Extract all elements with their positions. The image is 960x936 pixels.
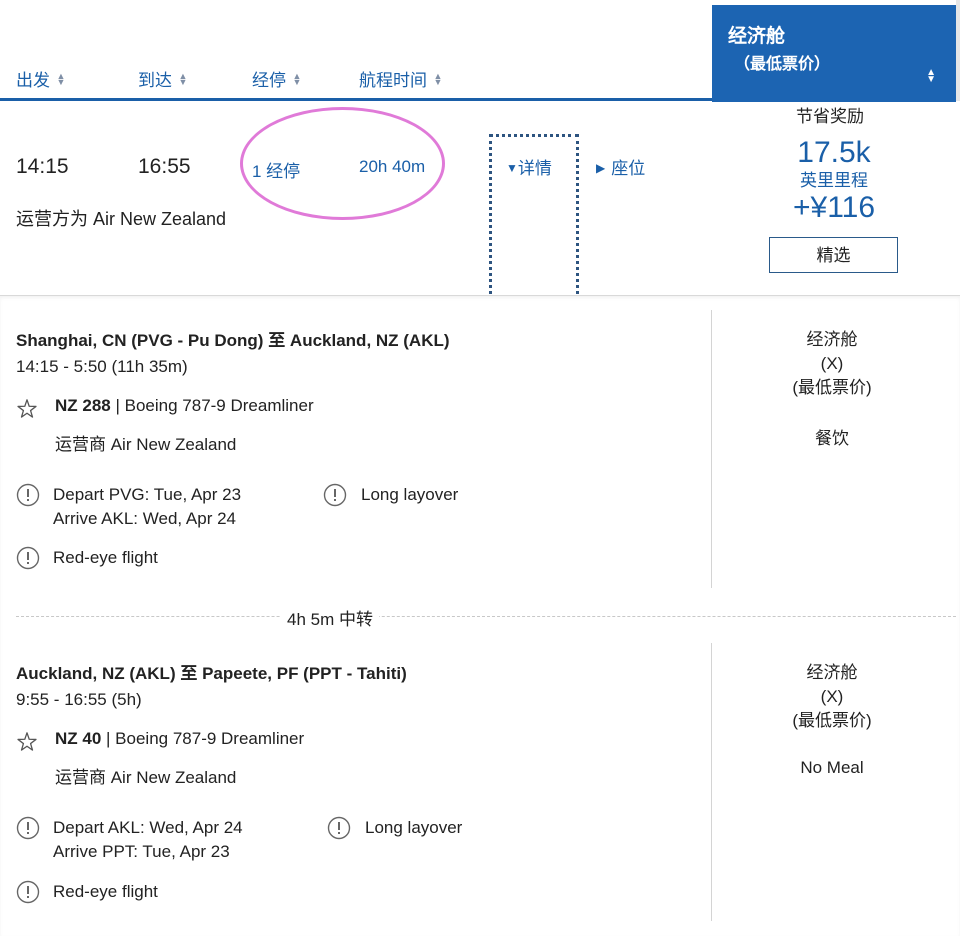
star-alliance-icon [17, 732, 37, 751]
segment-2-cabin-fare: (最低票价) [792, 711, 872, 730]
connection-time: 4h 5m 中转 [281, 605, 379, 630]
details-label: 详情 [517, 159, 552, 178]
segment-2-cabin-code: (X) [820, 687, 844, 706]
segment-1-meal: 餐饮 [815, 429, 849, 448]
segment-1-to: 至 [268, 331, 286, 350]
segment-1-flight-number: NZ 288 [55, 396, 111, 415]
alert-icon [327, 816, 351, 840]
segment-2-times: 9:55 - 16:55 (5h) [16, 690, 142, 709]
segment-2-route: Auckland, NZ (AKL) 至 Papeete, PF (PPT - … [16, 659, 407, 684]
flight-details-panel: Shanghai, CN (PVG - Pu Dong) 至 Auckland,… [0, 295, 960, 936]
reward-miles: 17.5k [797, 136, 871, 169]
sort-duration-header[interactable]: 航程时间 ▲ ▼ [359, 66, 443, 91]
sort-arrows-icon: ▲ ▼ [178, 70, 188, 87]
segment-2-cabin-name: 经济舱 [806, 663, 858, 682]
segment-2-aircraft: Boeing 787-9 Dreamliner [115, 729, 305, 748]
alert-icon [16, 483, 40, 507]
segment-1-destination: Auckland, NZ (AKL) [289, 331, 450, 350]
segment-2-depart-note: Depart AKL: Wed, Apr 24 [53, 818, 243, 837]
fare-tab-subtitle: （最低票价） [734, 56, 831, 73]
reward-label: 节省奖励 [796, 107, 864, 126]
caret-right-icon: ▶ [596, 161, 606, 175]
sort-duration-label: 航程时间 [359, 71, 427, 90]
segment-2-destination: Papeete, PF (PPT - Tahiti) [202, 664, 407, 683]
depart-time: 14:15 [16, 155, 69, 178]
alert-icon [16, 546, 40, 570]
header-divider [0, 98, 712, 101]
sort-arrows-icon: ▲ ▼ [926, 67, 936, 85]
fare-tab-title: 经济舱 [728, 26, 786, 47]
seats-label: 座位 [611, 159, 646, 178]
segment-2-origin: Auckland, NZ (AKL) [16, 664, 176, 683]
fare-column-tab-economy[interactable]: 经济舱 （最低票价） ▲ ▼ [712, 5, 956, 102]
sort-arrows-icon: ▲ ▼ [56, 70, 66, 87]
segment-2-redeye-note: Red-eye flight [53, 882, 158, 901]
reward-tax: +¥116 [792, 191, 876, 224]
sort-stops-label: 经停 [252, 71, 286, 90]
sort-stops-header[interactable]: 经停 ▲ ▼ [252, 66, 302, 91]
scroll-edge [956, 0, 960, 101]
segment-1-operator: 运营商 Air New Zealand [55, 435, 237, 454]
segment-2-meal: No Meal [800, 758, 864, 777]
segment-1-depart-note: Depart PVG: Tue, Apr 23 [53, 485, 242, 504]
segment-1-cabin-fare: (最低票价) [792, 378, 872, 397]
connection-divider [16, 616, 956, 617]
segment-1-layover-note: Long layover [361, 485, 459, 504]
segment-2-arrive-note: Arrive PPT: Tue, Apr 23 [53, 842, 230, 861]
operator-text: 运营方为 Air New Zealand [16, 209, 227, 229]
alert-icon [323, 483, 347, 507]
alert-icon [16, 816, 40, 840]
reward-miles-unit: 英里里程 [800, 171, 868, 190]
segment-1-flight: NZ 288 | Boeing 787-9 Dreamliner [55, 396, 314, 415]
flight-duration: 20h 40m [359, 157, 426, 176]
segment-2-cabin: 经济舱 (X) (最低票价) [712, 661, 952, 733]
segment-2-flight-number: NZ 40 [55, 729, 102, 748]
arrive-time: 16:55 [138, 155, 191, 178]
seats-toggle[interactable]: ▶ 座位 [596, 154, 645, 179]
segment-2-to: 至 [180, 664, 198, 683]
select-fare-button[interactable]: 精选 [769, 237, 898, 273]
stops-link[interactable]: 1 经停 [252, 157, 300, 182]
segment-2-flight: NZ 40 | Boeing 787-9 Dreamliner [55, 729, 305, 748]
sort-depart-label: 出发 [16, 71, 50, 90]
segment-1-cabin-name: 经济舱 [806, 330, 858, 349]
segment-1-times: 14:15 - 5:50 (11h 35m) [16, 357, 188, 376]
sort-arrows-icon: ▲ ▼ [433, 70, 443, 87]
segment-1-arrive-note: Arrive AKL: Wed, Apr 24 [53, 509, 236, 528]
caret-down-icon: ▼ [506, 161, 518, 175]
sort-depart-header[interactable]: 出发 ▲ ▼ [16, 66, 66, 91]
details-toggle[interactable]: ▼详情 [506, 154, 552, 179]
segment-1-origin: Shanghai, CN (PVG - Pu Dong) [16, 331, 264, 350]
sort-arrive-header[interactable]: 到达 ▲ ▼ [138, 66, 188, 91]
segment-1-aircraft: Boeing 787-9 Dreamliner [124, 396, 314, 415]
segment-1-route: Shanghai, CN (PVG - Pu Dong) 至 Auckland,… [16, 326, 450, 351]
star-alliance-icon [17, 399, 37, 418]
segment-1-cabin: 经济舱 (X) (最低票价) [712, 328, 952, 400]
segment-1-redeye-note: Red-eye flight [53, 548, 158, 567]
segment-1-cabin-code: (X) [820, 354, 844, 373]
sort-arrows-icon: ▲ ▼ [292, 70, 302, 87]
segment-2-operator: 运营商 Air New Zealand [55, 768, 237, 787]
segment-2-layover-note: Long layover [365, 818, 463, 837]
alert-icon [16, 880, 40, 904]
sort-arrive-label: 到达 [138, 71, 172, 90]
